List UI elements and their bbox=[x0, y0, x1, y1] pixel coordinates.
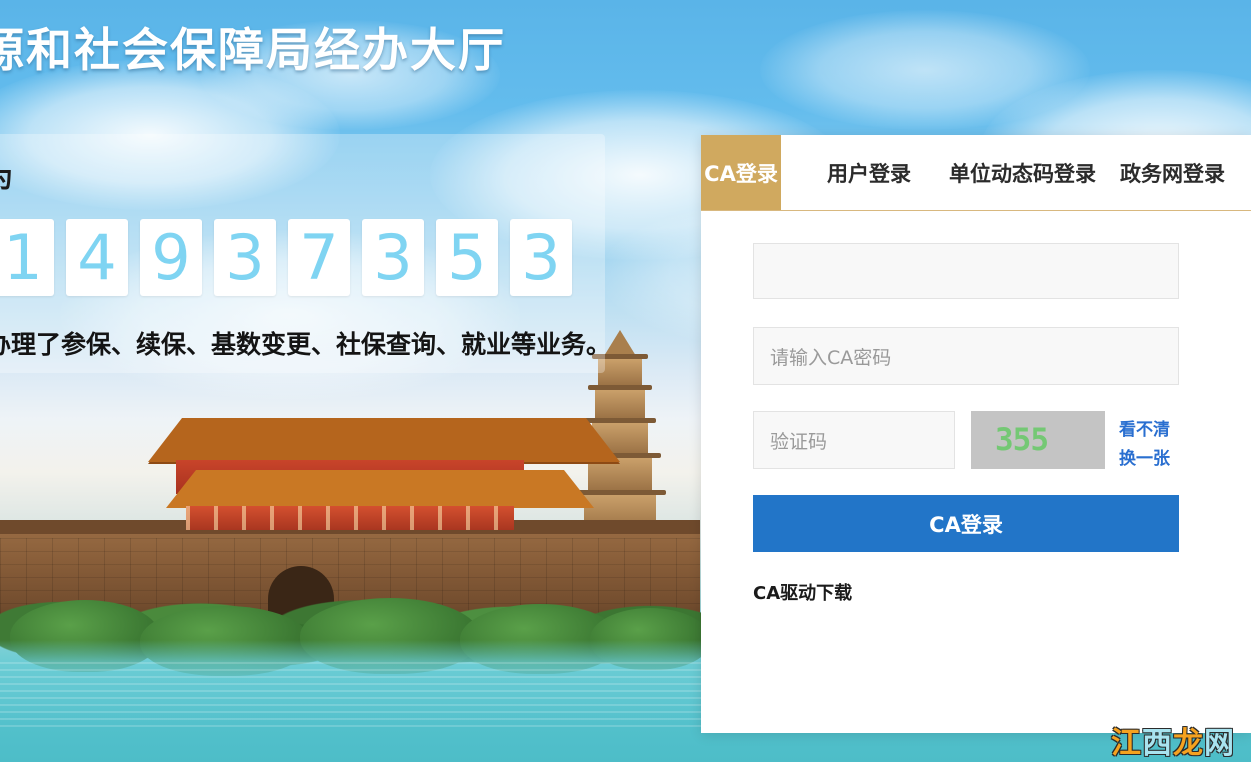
cloud-decoration bbox=[760, 10, 1090, 130]
counter-digit: 1 bbox=[0, 219, 54, 296]
gate-tower-columns bbox=[186, 506, 514, 530]
counter-digit: 3 bbox=[362, 219, 424, 296]
login-panel: CA登录 用户登录 单位动态码登录 政务网登录 请输入CA密码 验证码 355 … bbox=[701, 135, 1251, 733]
watermark-char-3: 龙 bbox=[1173, 726, 1204, 761]
counter-digit: 3 bbox=[510, 219, 572, 296]
counter-digit: 4 bbox=[66, 219, 128, 296]
statistics-footer-text: 办理了参保、续保、基数变更、社保查询、就业等业务。 bbox=[0, 330, 612, 359]
captcha-refresh-links: 看不清 换一张 bbox=[1119, 415, 1170, 469]
watermark-char-4: 网 bbox=[1204, 726, 1235, 761]
watermark-char-1: 江 bbox=[1111, 726, 1142, 761]
captcha-image[interactable]: 355 bbox=[971, 411, 1105, 469]
watermark-char-2: 西 bbox=[1142, 726, 1173, 761]
counter-digit: 9 bbox=[140, 219, 202, 296]
counter-digit: 5 bbox=[436, 219, 498, 296]
counter-digit: 3 bbox=[214, 219, 276, 296]
page-title: 源和社会保障局经办大厅 bbox=[0, 23, 506, 77]
captcha-change-link[interactable]: 换一张 bbox=[1119, 444, 1170, 469]
ca-password-input[interactable]: 请输入CA密码 bbox=[753, 327, 1179, 385]
captcha-input[interactable]: 验证码 bbox=[753, 411, 955, 469]
page-root: 源和社会保障局经办大厅 为 1 4 9 3 7 3 5 3 办理了参保、续保、基… bbox=[0, 0, 1251, 784]
gate-tower-roof-lower bbox=[166, 470, 594, 508]
statistics-counter: 1 4 9 3 7 3 5 3 bbox=[0, 219, 572, 296]
captcha-unclear-link[interactable]: 看不清 bbox=[1119, 415, 1170, 440]
ca-login-submit-button[interactable]: CA登录 bbox=[753, 495, 1179, 552]
counter-digit: 7 bbox=[288, 219, 350, 296]
ca-driver-download-link[interactable]: CA驱动下载 bbox=[753, 579, 852, 605]
statistics-lead-text: 为 bbox=[0, 156, 13, 195]
tab-government-network-login[interactable]: 政务网登录 bbox=[1112, 135, 1233, 210]
tab-ca-login[interactable]: CA登录 bbox=[701, 135, 781, 210]
site-watermark: 江西龙网 bbox=[1111, 718, 1235, 762]
login-tab-bar: CA登录 用户登录 单位动态码登录 政务网登录 bbox=[701, 135, 1251, 211]
gate-tower-roof bbox=[148, 418, 620, 462]
tab-user-login[interactable]: 用户登录 bbox=[805, 135, 933, 210]
tab-unit-dynamic-code-login[interactable]: 单位动态码登录 bbox=[941, 135, 1104, 210]
ca-certificate-input[interactable] bbox=[753, 243, 1179, 299]
